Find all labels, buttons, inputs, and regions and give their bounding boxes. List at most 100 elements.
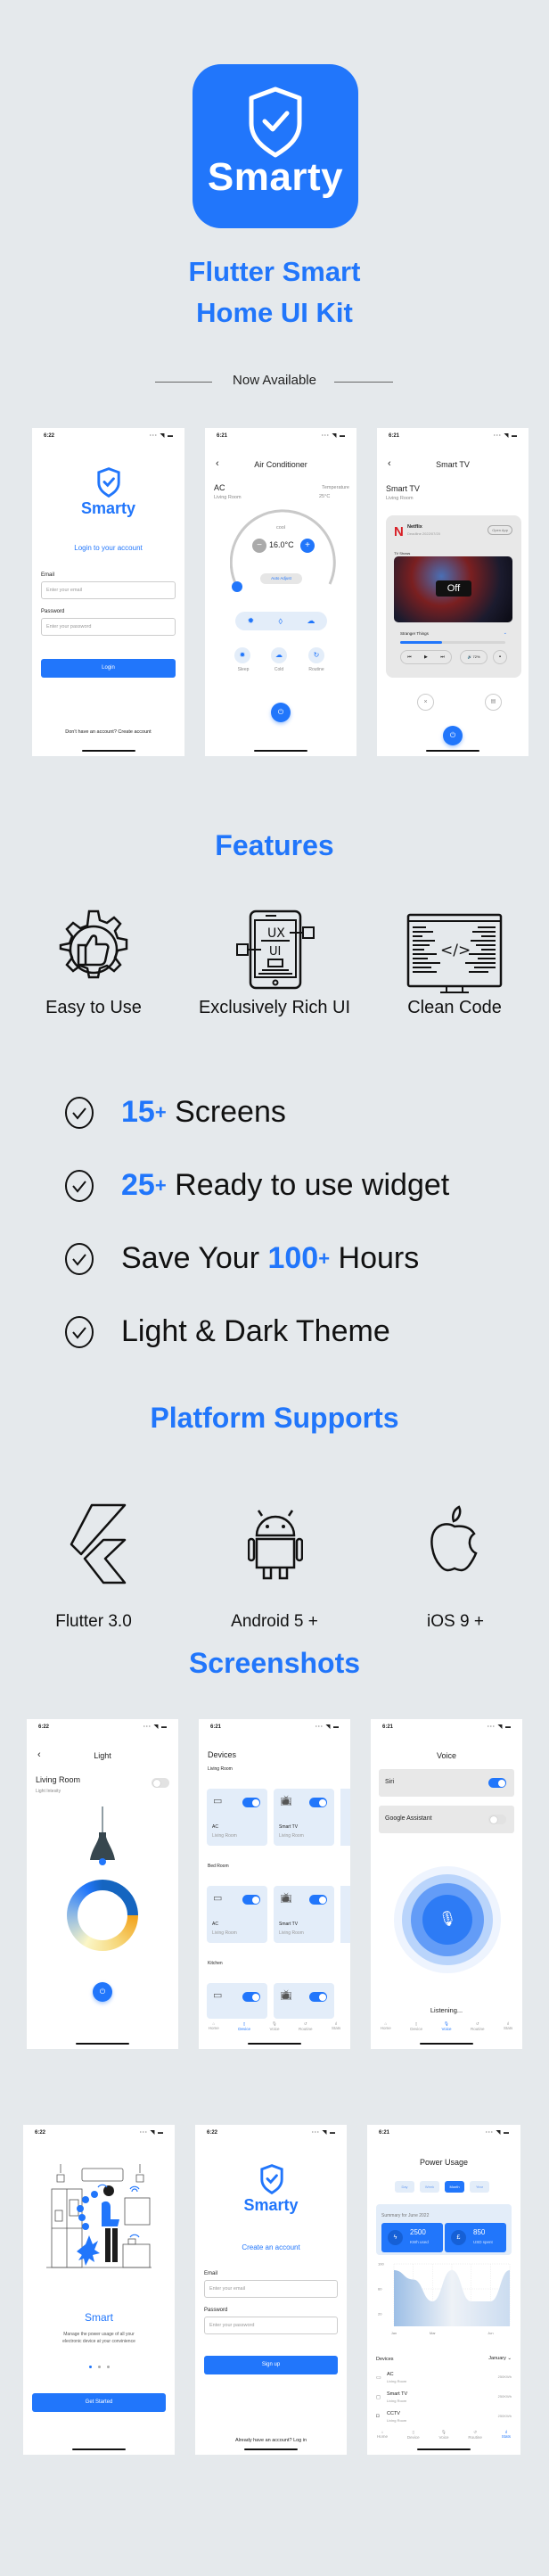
nav-voice[interactable]: 🎙︎ Voice bbox=[269, 2021, 279, 2040]
get-started-button[interactable]: Get Started bbox=[32, 2393, 166, 2412]
mic-button[interactable]: 🎙︎ bbox=[422, 1895, 472, 1945]
login-link[interactable]: Already have an account? Log in bbox=[195, 2438, 347, 2443]
status-time: 6:21 bbox=[382, 1724, 394, 1730]
plus-button[interactable]: + bbox=[300, 539, 315, 553]
sun-icon[interactable]: ✹ bbox=[248, 616, 255, 626]
create-account-link[interactable]: Don't have an account? Create account bbox=[32, 729, 184, 735]
email-field[interactable]: Enter your email bbox=[41, 581, 176, 599]
signup-button[interactable]: Sign up bbox=[204, 2356, 338, 2374]
device-toggle[interactable] bbox=[242, 1992, 260, 2002]
status-time: 6:21 bbox=[379, 2130, 390, 2136]
tab-day[interactable]: Day bbox=[395, 2181, 414, 2193]
close-icon[interactable]: × bbox=[417, 694, 434, 711]
google-assistant-toggle[interactable] bbox=[488, 1815, 506, 1824]
auto-adjust-button[interactable]: Auto Adjust bbox=[260, 573, 302, 584]
highlight-theme: Light & Dark Theme bbox=[64, 1314, 390, 1349]
nav-routine[interactable]: ↺ Routine bbox=[471, 2021, 485, 2040]
play-icon[interactable]: ▶ bbox=[424, 654, 428, 660]
nav-device[interactable]: ▯ Device bbox=[238, 2021, 250, 2040]
device-row[interactable]: ▭ AC Living Room 250KWh bbox=[376, 2372, 512, 2388]
siri-toggle[interactable] bbox=[488, 1778, 506, 1788]
tab-year[interactable]: Year bbox=[470, 2181, 489, 2193]
password-label: Password bbox=[204, 2308, 228, 2313]
progress-bar[interactable] bbox=[400, 641, 505, 644]
page-dot[interactable] bbox=[98, 2366, 101, 2368]
open-app-button[interactable]: Open App bbox=[488, 525, 512, 535]
device-card-ac[interactable]: ▭ AC Living Room bbox=[207, 1886, 267, 1943]
drop-icon[interactable]: ◊ bbox=[279, 617, 283, 626]
check-circle-icon bbox=[65, 1315, 94, 1348]
minus-button[interactable]: − bbox=[252, 539, 266, 553]
cctv-icon: ◘ bbox=[376, 2414, 380, 2419]
device-card-tv[interactable]: 📺︎ Smart TV Living Room bbox=[274, 1886, 334, 1943]
chat-icon[interactable]: ▪ bbox=[493, 650, 507, 664]
plus-sign: + bbox=[154, 1100, 167, 1123]
remote-icon[interactable]: ▤ bbox=[485, 694, 502, 711]
device-toggle[interactable] bbox=[242, 1798, 260, 1807]
device-toggle[interactable] bbox=[242, 1895, 260, 1905]
cloud-icon[interactable]: ☁ bbox=[307, 616, 315, 626]
nav-routine[interactable]: ↺ Routine bbox=[468, 2430, 482, 2448]
show-poster[interactable]: Off bbox=[394, 556, 512, 622]
power-button[interactable]: ⏻ bbox=[443, 726, 463, 745]
nav-stats[interactable]: ıl Stats bbox=[332, 2021, 340, 2040]
email-field[interactable]: Enter your email bbox=[204, 2280, 338, 2298]
device-toggle[interactable] bbox=[309, 1798, 327, 1807]
device-toggle[interactable] bbox=[309, 1895, 327, 1905]
previous-icon[interactable]: ⏮ bbox=[407, 654, 412, 660]
tab-week[interactable]: Week bbox=[420, 2181, 439, 2193]
cold-icon[interactable]: ☁ bbox=[271, 647, 287, 663]
device-card-ac[interactable]: ▭ bbox=[207, 1983, 267, 2019]
status-time: 6:21 bbox=[389, 433, 400, 439]
login-button[interactable]: Login bbox=[41, 659, 176, 678]
summary-label: Summary for June 2022 bbox=[381, 2213, 430, 2218]
nav-stats[interactable]: ıl Stats bbox=[504, 2021, 512, 2040]
tab-month[interactable]: Month bbox=[445, 2181, 464, 2193]
power-button[interactable]: ⏻ bbox=[93, 1982, 112, 2002]
home-indicator bbox=[244, 2448, 298, 2450]
next-icon[interactable]: ⏭ bbox=[440, 654, 445, 660]
status-time: 6:22 bbox=[207, 2130, 218, 2136]
device-toggle[interactable] bbox=[309, 1992, 327, 2002]
device-row[interactable]: ◘ CCTV Living Room 250KWh bbox=[376, 2411, 512, 2427]
y-tick-label: 60 bbox=[378, 2287, 382, 2292]
light-title: Light bbox=[94, 1751, 111, 1760]
nav-routine[interactable]: ↺ Routine bbox=[299, 2021, 313, 2040]
nav-home[interactable]: ⌂ Home bbox=[377, 2430, 388, 2448]
nav-voice[interactable]: 🎙︎ Voice bbox=[441, 2021, 451, 2040]
device-room: Living Room bbox=[279, 1930, 304, 1936]
device-row[interactable]: ◻ Smart TV Living Room 250KWh bbox=[376, 2391, 512, 2407]
mode-selector[interactable]: ✹ ◊ ☁ bbox=[235, 612, 327, 630]
status-icons: ··· ◥ ▬ bbox=[143, 1724, 168, 1730]
light-toggle[interactable] bbox=[152, 1778, 169, 1788]
chevron-down-icon[interactable]: ⌄ bbox=[504, 630, 507, 636]
password-field[interactable]: Enter your password bbox=[204, 2317, 338, 2334]
page-dot[interactable] bbox=[107, 2366, 110, 2368]
device-room: Living Room bbox=[214, 495, 242, 500]
nav-stats[interactable]: ıl Stats bbox=[502, 2430, 511, 2448]
light-intensity-ring[interactable] bbox=[67, 1880, 138, 1951]
nav-device[interactable]: ▯ Device bbox=[410, 2021, 422, 2040]
siri-option[interactable]: Siri bbox=[379, 1769, 514, 1797]
password-label: Password bbox=[41, 609, 65, 614]
routine-icon[interactable]: ↻ bbox=[308, 647, 324, 663]
google-assistant-option[interactable]: Google Assistant bbox=[379, 1806, 514, 1833]
cold-label: Cold bbox=[274, 667, 284, 672]
page-dot-active[interactable] bbox=[89, 2366, 92, 2368]
signup-logo-text: Smarty bbox=[243, 2196, 299, 2214]
device-card-tv[interactable]: 📺︎ Smart TV Living Room bbox=[274, 1789, 334, 1846]
highlight-number: 100 bbox=[267, 1241, 319, 1275]
password-field[interactable]: Enter your password bbox=[41, 618, 176, 636]
nav-device[interactable]: ▯ Device bbox=[407, 2430, 420, 2448]
page-indicator[interactable] bbox=[89, 2366, 110, 2368]
device-card-ac[interactable]: ▭ AC Living Room bbox=[207, 1789, 267, 1846]
volume-control[interactable]: 🔊 72% bbox=[460, 650, 488, 664]
home-indicator bbox=[72, 2448, 126, 2450]
power-button[interactable]: ⏻ bbox=[271, 703, 291, 722]
device-card-tv[interactable]: 📺︎ bbox=[274, 1983, 334, 2019]
nav-home[interactable]: ⌂ Home bbox=[209, 2021, 219, 2040]
sleep-icon[interactable]: ✹ bbox=[234, 647, 250, 663]
nav-voice[interactable]: 🎙︎ Voice bbox=[438, 2430, 448, 2448]
nav-home[interactable]: ⌂ Home bbox=[381, 2021, 391, 2040]
month-select[interactable]: January ⌄ bbox=[488, 2356, 512, 2361]
